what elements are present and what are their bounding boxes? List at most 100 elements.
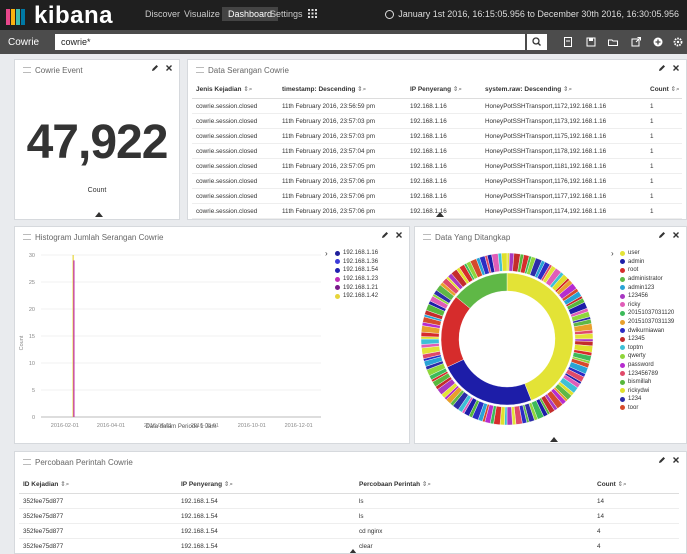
load-icon[interactable] — [607, 36, 619, 48]
collapse-caret-icon[interactable] — [95, 212, 103, 217]
column-header[interactable]: Percobaan Perintah ⇕⌕ — [355, 476, 593, 494]
donut-slice[interactable] — [501, 252, 508, 272]
edit-pencil-icon[interactable] — [658, 231, 666, 239]
legend-item[interactable]: ricky — [620, 301, 674, 310]
table-row[interactable]: cowrie.session.closed 11th February 2016,… — [192, 143, 682, 159]
search-button[interactable] — [527, 34, 547, 50]
search-input[interactable] — [55, 34, 525, 50]
legend-item[interactable]: toor — [620, 404, 674, 413]
table-row[interactable]: cowrie.session.closed 11th February 2016,… — [192, 188, 682, 204]
app-logo-text[interactable]: kibana — [34, 3, 113, 29]
save-icon[interactable] — [585, 36, 597, 48]
nav-discover[interactable]: Discover — [145, 9, 180, 19]
time-picker[interactable]: January 1st 2016, 16:15:05.956 to Decemb… — [385, 9, 679, 19]
legend-item[interactable]: toptm — [620, 344, 674, 353]
table-row[interactable]: cowrie.session.closed 11th February 2016,… — [192, 158, 682, 174]
legend-item[interactable]: 192.168.1.21 — [335, 283, 378, 292]
table-row[interactable]: 352fee75d877 192.168.1.54 cd nginx 4 — [19, 523, 679, 539]
legend-item[interactable]: 12345 — [620, 335, 674, 344]
close-icon[interactable] — [672, 64, 680, 72]
sort-icon[interactable]: ⇕⌕ — [222, 481, 233, 488]
close-icon[interactable] — [165, 64, 173, 72]
drag-handle-icon[interactable] — [23, 67, 31, 73]
new-dashboard-icon[interactable] — [562, 36, 574, 48]
apps-grid-icon[interactable] — [308, 9, 317, 18]
collapse-caret-icon[interactable] — [550, 437, 558, 442]
sort-icon[interactable]: ⇕⌕ — [355, 86, 366, 93]
column-header[interactable]: system.raw: Descending ⇕⌕ — [481, 81, 646, 99]
legend-item[interactable]: 192.168.1.54 — [335, 266, 378, 275]
collapse-caret-icon[interactable] — [349, 549, 357, 553]
legend-item[interactable]: root — [620, 266, 674, 275]
table-row[interactable]: 352fee75d877 192.168.1.54 ls 14 — [19, 508, 679, 524]
drag-handle-icon[interactable] — [423, 234, 431, 240]
table-row[interactable]: cowrie.session.closed 11th February 2016,… — [192, 113, 682, 129]
donut-slice[interactable] — [506, 406, 513, 426]
collapse-caret-icon[interactable] — [436, 212, 444, 217]
column-header[interactable]: Count ⇕⌕ — [646, 81, 682, 99]
legend-item[interactable]: 20151037031139 — [620, 318, 674, 327]
search-bar: Cowrie — [0, 30, 687, 54]
legend-item[interactable]: 192.168.1.23 — [335, 275, 378, 284]
close-icon[interactable] — [395, 231, 403, 239]
legend-item[interactable]: 20151037031120 — [620, 309, 674, 318]
legend-item[interactable]: qwerty — [620, 352, 674, 361]
column-header[interactable]: ID Kejadian ⇕⌕ — [19, 476, 177, 494]
legend-item[interactable]: admin — [620, 258, 674, 267]
table-row[interactable]: cowrie.session.closed 11th February 2016,… — [192, 98, 682, 114]
legend-swatch — [620, 405, 625, 411]
legend-item[interactable]: 123456789 — [620, 369, 674, 378]
column-header[interactable]: IP Penyerang ⇕⌕ — [177, 476, 355, 494]
legend-item[interactable]: 192.168.1.16 — [335, 249, 378, 258]
edit-pencil-icon[interactable] — [151, 64, 159, 72]
column-header[interactable]: IP Penyerang ⇕⌕ — [406, 81, 481, 99]
legend-swatch — [335, 293, 340, 299]
donut-slice[interactable] — [574, 333, 594, 340]
legend-item[interactable]: 192.168.1.36 — [335, 258, 378, 267]
legend-toggle-icon[interactable]: › — [325, 249, 328, 258]
sort-icon[interactable]: ⇕⌕ — [420, 481, 431, 488]
legend-item[interactable]: password — [620, 361, 674, 370]
metric-label: Count — [87, 187, 107, 194]
column-header[interactable]: timestamp: Descending ⇕⌕ — [278, 81, 406, 99]
sort-icon[interactable]: ⇕⌕ — [242, 86, 252, 93]
share-icon[interactable] — [630, 36, 642, 48]
close-icon[interactable] — [672, 231, 680, 239]
column-header[interactable]: Count ⇕⌕ — [593, 476, 679, 494]
drag-handle-icon[interactable] — [196, 67, 204, 73]
legend-item[interactable]: admin123 — [620, 283, 674, 292]
legend-item[interactable]: 1234 — [620, 395, 674, 404]
edit-pencil-icon[interactable] — [658, 456, 666, 464]
drag-handle-icon[interactable] — [23, 234, 31, 240]
table-cell: 192.168.1.16 — [406, 158, 481, 174]
drag-handle-icon[interactable] — [23, 459, 31, 465]
sort-icon[interactable]: ⇕⌕ — [451, 86, 462, 93]
sort-icon[interactable]: ⇕⌕ — [58, 481, 69, 488]
legend-item[interactable]: bismillah — [620, 378, 674, 387]
sort-icon[interactable]: ⇕⌕ — [616, 481, 627, 488]
legend-toggle-icon[interactable]: › — [611, 249, 614, 258]
nav-settings[interactable]: Settings — [270, 9, 303, 19]
table-row[interactable]: 352fee75d877 192.168.1.54 ls 14 — [19, 493, 679, 509]
sort-icon[interactable]: ⇕⌕ — [669, 86, 680, 93]
edit-pencil-icon[interactable] — [381, 231, 389, 239]
legend-item[interactable]: 123456 — [620, 292, 674, 301]
donut-slice[interactable] — [420, 338, 440, 345]
options-gear-icon[interactable] — [672, 36, 684, 48]
legend-item[interactable]: administrator — [620, 275, 674, 284]
legend-item[interactable]: rickydwi — [620, 387, 674, 396]
column-header[interactable]: Jenis Kejadian ⇕⌕ — [192, 81, 278, 99]
add-panel-icon[interactable] — [652, 36, 664, 48]
legend-item[interactable]: dwikurniawan — [620, 326, 674, 335]
nav-visualize[interactable]: Visualize — [184, 9, 220, 19]
table-cell: 11th February 2016, 23:57:06 pm — [278, 173, 406, 189]
legend-item[interactable]: user — [620, 249, 674, 258]
histogram-bar[interactable] — [73, 260, 75, 417]
table-row[interactable]: cowrie.session.closed 11th February 2016,… — [192, 128, 682, 144]
edit-pencil-icon[interactable] — [658, 64, 666, 72]
table-row[interactable]: cowrie.session.closed 11th February 2016,… — [192, 173, 682, 189]
kibana-logo-icon[interactable] — [6, 9, 30, 25]
sort-icon[interactable]: ⇕⌕ — [561, 86, 572, 93]
legend-item[interactable]: 192.168.1.42 — [335, 292, 378, 301]
close-icon[interactable] — [672, 456, 680, 464]
